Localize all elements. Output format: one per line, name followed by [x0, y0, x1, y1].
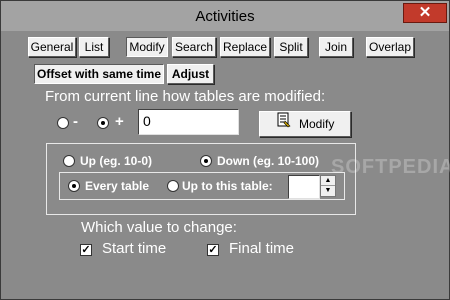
modify-icon	[276, 112, 292, 135]
window-title: Activities	[195, 8, 255, 25]
every-table-radio[interactable]	[68, 180, 80, 192]
up-to-table-input[interactable]	[288, 175, 320, 199]
tab-modify[interactable]: Modify	[126, 37, 168, 57]
final-time-checkbox[interactable]: ✓	[207, 244, 219, 256]
spin-down-icon[interactable]: ▼	[321, 186, 335, 196]
tab-general[interactable]: General	[28, 37, 76, 57]
offset-value-input[interactable]: 0	[138, 109, 239, 135]
offset-heading: From current line how tables are modifie…	[45, 88, 326, 105]
down-radio[interactable]	[200, 155, 212, 167]
subtab-offset-same-time[interactable]: Offset with same time	[34, 64, 164, 84]
up-to-table-label: Up to this table:	[182, 179, 273, 193]
final-time-label: Final time	[229, 240, 295, 257]
every-table-label: Every table	[85, 179, 150, 193]
watermark: SOFTPEDIA	[331, 156, 450, 178]
start-time-label: Start time	[102, 240, 167, 257]
tab-overlap[interactable]: Overlap	[366, 37, 414, 57]
tab-join[interactable]: Join	[319, 37, 353, 57]
plus-radio[interactable]	[97, 117, 109, 129]
tab-search[interactable]: Search	[172, 37, 216, 57]
tab-split[interactable]: Split	[274, 37, 308, 57]
activities-window: Activities ✕ General List Modify Search …	[0, 0, 450, 300]
minus-radio[interactable]	[57, 117, 69, 129]
title-bar[interactable]: Activities ✕	[1, 1, 449, 31]
up-radio[interactable]	[63, 155, 75, 167]
up-label: Up (eg. 10-0)	[80, 154, 153, 168]
down-label: Down (eg. 10-100)	[217, 154, 320, 168]
which-value-heading: Which value to change:	[81, 219, 237, 236]
close-button[interactable]: ✕	[403, 3, 447, 23]
start-time-checkbox[interactable]: ✓	[80, 244, 92, 256]
minus-label: -	[73, 113, 78, 130]
plus-label: +	[115, 113, 124, 130]
modify-button[interactable]: Modify	[259, 111, 351, 137]
tab-list[interactable]: List	[79, 37, 109, 57]
tab-replace[interactable]: Replace	[220, 37, 270, 57]
subtab-adjust[interactable]: Adjust	[167, 64, 214, 84]
up-to-table-radio[interactable]	[167, 180, 179, 192]
modify-button-label: Modify	[299, 116, 335, 131]
